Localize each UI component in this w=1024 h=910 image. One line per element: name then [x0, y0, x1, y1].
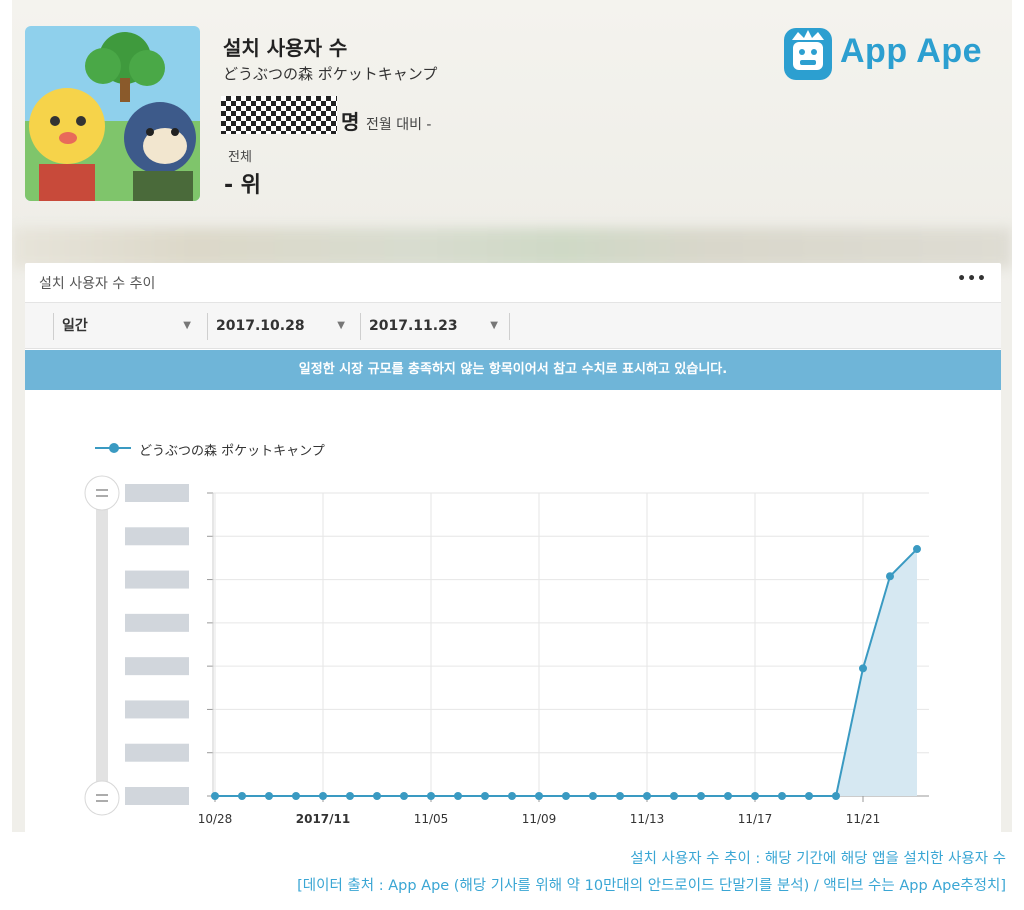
- data-point[interactable]: [292, 792, 300, 800]
- data-point[interactable]: [913, 545, 921, 554]
- x-tick-label: 2017/11: [296, 812, 350, 826]
- count-unit: 명: [341, 110, 360, 134]
- data-point[interactable]: [346, 792, 354, 800]
- app-ape-panel: 설치 사용자 수 どうぶつの森 ポケットキャンプ 명 전월 대비 - 전체 - …: [12, 0, 1012, 832]
- data-point[interactable]: [643, 792, 651, 800]
- x-tick-label: 11/17: [738, 812, 773, 826]
- legend-item[interactable]: どうぶつの森 ポケットキャンプ: [139, 440, 325, 459]
- y-tick-label-masked: [125, 700, 189, 719]
- card-title: 설치 사용자 수 추이: [39, 276, 156, 292]
- app-ape-logo-icon: [784, 28, 832, 80]
- chevron-down-icon: ▼: [183, 320, 191, 331]
- range-slider-bottom-handle[interactable]: [84, 780, 120, 816]
- data-point[interactable]: [859, 664, 867, 673]
- y-tick-label-masked: [125, 484, 189, 502]
- chevron-down-icon: ▼: [490, 320, 498, 331]
- more-horizontal-icon[interactable]: •••: [957, 271, 987, 287]
- range-slider-track[interactable]: [96, 493, 108, 798]
- data-point[interactable]: [832, 792, 840, 800]
- chevron-down-icon: ▼: [337, 320, 345, 331]
- y-tick-label-masked: [125, 613, 189, 632]
- y-tick-label-masked: [125, 527, 189, 546]
- x-tick-label: 10/28: [198, 812, 233, 826]
- series-line: [215, 548, 918, 797]
- start-date-value: 2017.10.28: [216, 318, 305, 334]
- x-tick-label: 11/09: [522, 812, 557, 826]
- end-date-value: 2017.11.23: [369, 318, 458, 334]
- install-trend-card: 설치 사용자 수 추이 ••• 일간 ▼ 2017.10.28 ▼ 2017.1…: [25, 263, 1001, 832]
- end-date-select[interactable]: 2017.11.23 ▼: [360, 313, 510, 340]
- app-name: どうぶつの森 ポケットキャンプ: [223, 65, 438, 83]
- data-point[interactable]: [751, 792, 759, 800]
- data-point[interactable]: [508, 792, 516, 800]
- data-point[interactable]: [265, 792, 273, 800]
- data-point[interactable]: [319, 792, 327, 800]
- period-select[interactable]: 일간 ▼: [53, 313, 203, 340]
- data-point[interactable]: [670, 792, 678, 800]
- install-trend-chart: 10/28 2017/11 11/05 11/09 11/13 11/17 11/21: [84, 475, 929, 826]
- data-point[interactable]: [211, 792, 219, 800]
- redacted-count: [221, 96, 337, 134]
- range-slider-top-handle[interactable]: [84, 475, 120, 511]
- data-point[interactable]: [616, 792, 624, 800]
- series-area: [215, 549, 917, 796]
- start-date-select[interactable]: 2017.10.28 ▼: [207, 313, 357, 340]
- caption-line-2: [데이터 출처 : App Ape (해당 기사를 위해 약 10만대의 안드로…: [297, 878, 1006, 894]
- y-tick-label-masked: [125, 787, 189, 805]
- data-point[interactable]: [589, 792, 597, 800]
- total-label: 전체: [228, 150, 252, 165]
- x-tick-label: 11/21: [846, 812, 881, 826]
- data-point[interactable]: [238, 792, 246, 800]
- data-point[interactable]: [427, 792, 435, 800]
- x-tick-label: 11/13: [630, 812, 665, 826]
- app-ape-logo: App Ape: [782, 24, 997, 88]
- y-tick-label-masked: [125, 743, 189, 762]
- legend-dot[interactable]: [109, 443, 119, 453]
- brand-name: App Ape: [840, 32, 983, 70]
- notice-banner: 일정한 시장 규모를 충족하지 않는 항목이어서 참고 수치로 표시하고 있습니…: [25, 350, 1001, 390]
- y-tick-label-masked: [125, 657, 189, 676]
- data-point[interactable]: [481, 792, 489, 800]
- y-tick-label-masked: [125, 570, 189, 589]
- period-select-value: 일간: [62, 318, 88, 334]
- month-over-month: 전월 대비 -: [366, 117, 432, 133]
- data-point[interactable]: [562, 792, 570, 800]
- filter-bar: 일간 ▼ 2017.10.28 ▼ 2017.11.23 ▼: [25, 303, 1001, 349]
- data-point[interactable]: [400, 792, 408, 800]
- data-point[interactable]: [778, 792, 786, 800]
- data-point[interactable]: [805, 792, 813, 800]
- page-title: 설치 사용자 수: [223, 36, 348, 60]
- rank-value: - 위: [224, 173, 262, 198]
- caption-line-1: 설치 사용자 수 추이 : 해당 기간에 해당 앱을 설치한 사용자 수: [630, 851, 1006, 867]
- data-point[interactable]: [724, 792, 732, 800]
- data-point[interactable]: [373, 792, 381, 800]
- app-icon: [25, 26, 200, 201]
- data-point[interactable]: [454, 792, 462, 800]
- data-point[interactable]: [886, 572, 894, 581]
- data-point[interactable]: [535, 792, 543, 800]
- x-tick-label: 11/05: [414, 812, 449, 826]
- data-point[interactable]: [697, 792, 705, 800]
